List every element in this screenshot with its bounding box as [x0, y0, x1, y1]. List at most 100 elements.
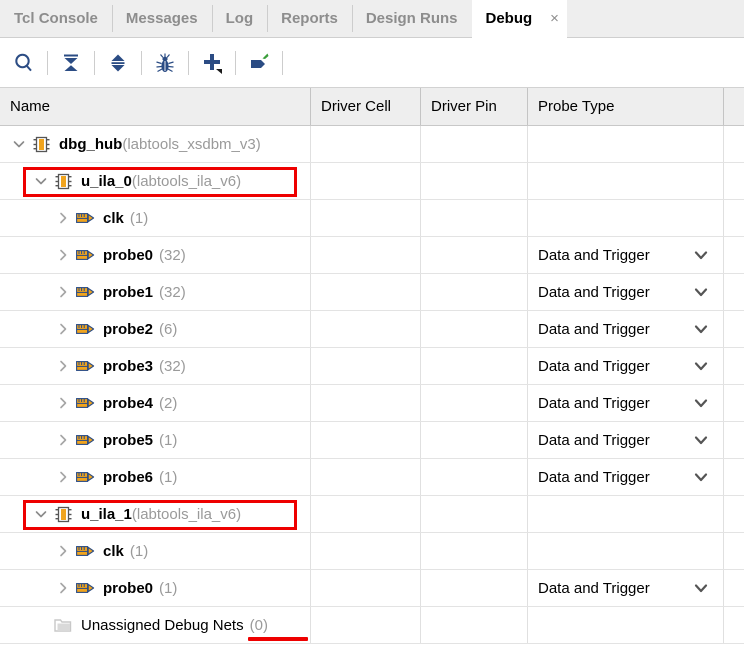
- tab-label: Messages: [125, 10, 198, 27]
- chip-icon: [30, 126, 52, 162]
- tree-node-name: u_ila_0: [81, 172, 132, 190]
- chevron-down-icon[interactable]: [688, 422, 714, 458]
- chevron-down-icon[interactable]: [688, 348, 714, 384]
- column-divider: [420, 311, 421, 347]
- close-icon[interactable]: ×: [550, 11, 559, 26]
- probe-type-value[interactable]: Data and Trigger: [528, 311, 693, 347]
- chevron-right-icon[interactable]: [52, 570, 74, 606]
- column-resize-handle[interactable]: [420, 88, 421, 125]
- tab-tcl-console[interactable]: Tcl Console: [0, 0, 112, 37]
- tree-node[interactable]: probe5 (1): [0, 422, 177, 458]
- tree-node[interactable]: u_ila_0 (labtools_ila_v6): [0, 163, 241, 199]
- table-row[interactable]: dbg_hub (labtools_xsdbm_v3): [0, 126, 744, 163]
- column-header-driver-pin[interactable]: Driver Pin: [421, 88, 527, 125]
- probe-type-value[interactable]: Data and Trigger: [528, 274, 693, 310]
- tree-node[interactable]: probe0 (1): [0, 570, 177, 606]
- table-row[interactable]: probe2 (6) Data and Trigger: [0, 311, 744, 348]
- tree-node[interactable]: probe1 (32): [0, 274, 186, 310]
- probe-type-value[interactable]: Data and Trigger: [528, 237, 693, 273]
- tree-node-suffix: (1): [159, 431, 178, 449]
- tree-node[interactable]: u_ila_1 (labtools_ila_v6): [0, 496, 241, 532]
- tab-messages[interactable]: Messages: [111, 0, 212, 37]
- tree-node-name: clk: [103, 542, 124, 560]
- toolbar-separator: [235, 50, 236, 75]
- chevron-right-icon[interactable]: [52, 533, 74, 569]
- implement-debug-cores-icon[interactable]: [241, 45, 277, 81]
- probe-type-value[interactable]: Data and Trigger: [528, 459, 693, 495]
- expand-all-icon[interactable]: [100, 45, 136, 81]
- table-row[interactable]: u_ila_0 (labtools_ila_v6): [0, 163, 744, 200]
- chevron-right-icon[interactable]: [52, 422, 74, 458]
- probe-type-value[interactable]: Data and Trigger: [528, 385, 693, 421]
- table-row[interactable]: clk (1): [0, 533, 744, 570]
- table-row[interactable]: probe0 (32) Data and Trigger: [0, 237, 744, 274]
- debug-bug-icon[interactable]: [147, 45, 183, 81]
- tree-node-suffix: (labtools_xsdbm_v3): [122, 135, 261, 153]
- chevron-right-icon[interactable]: [52, 237, 74, 273]
- tab-log[interactable]: Log: [211, 0, 268, 37]
- tree-node[interactable]: clk (1): [0, 533, 148, 569]
- column-header-driver-cell[interactable]: Driver Cell: [311, 88, 420, 125]
- column-resize-handle[interactable]: [310, 88, 311, 125]
- chevron-right-icon[interactable]: [52, 348, 74, 384]
- chevron-right-icon[interactable]: [52, 200, 74, 236]
- probe-type-value[interactable]: Data and Trigger: [528, 570, 693, 606]
- chevron-down-icon[interactable]: [8, 126, 30, 162]
- tree-node[interactable]: probe4 (2): [0, 385, 177, 421]
- chevron-down-icon[interactable]: [688, 385, 714, 421]
- column-divider: [723, 422, 724, 458]
- tree-node[interactable]: clk (1): [0, 200, 148, 236]
- table-row[interactable]: probe3 (32) Data and Trigger: [0, 348, 744, 385]
- column-divider: [420, 385, 421, 421]
- chevron-right-icon[interactable]: [52, 274, 74, 310]
- tree-node-name: u_ila_1: [81, 505, 132, 523]
- chevron-down-icon[interactable]: [688, 311, 714, 347]
- tree-node[interactable]: probe3 (32): [0, 348, 186, 384]
- column-divider: [723, 163, 724, 199]
- collapse-all-icon[interactable]: [53, 45, 89, 81]
- chevron-right-icon[interactable]: [52, 385, 74, 421]
- add-icon[interactable]: [194, 45, 230, 81]
- search-icon[interactable]: [6, 45, 42, 81]
- tab-reports[interactable]: Reports: [267, 0, 352, 37]
- table-row[interactable]: u_ila_1 (labtools_ila_v6): [0, 496, 744, 533]
- tree-node[interactable]: dbg_hub (labtools_xsdbm_v3): [0, 126, 261, 162]
- chevron-down-icon[interactable]: [688, 459, 714, 495]
- table-row[interactable]: probe1 (32) Data and Trigger: [0, 274, 744, 311]
- table-row[interactable]: Unassigned Debug Nets (0): [0, 607, 744, 644]
- chevron-down-icon[interactable]: [688, 237, 714, 273]
- column-header-probe-type[interactable]: Probe Type: [528, 88, 723, 125]
- column-resize-handle[interactable]: [723, 88, 724, 125]
- table-row[interactable]: probe0 (1) Data and Trigger: [0, 570, 744, 607]
- table-row[interactable]: probe4 (2) Data and Trigger: [0, 385, 744, 422]
- column-divider: [723, 570, 724, 606]
- tree-node[interactable]: probe0 (32): [0, 237, 186, 273]
- column-divider: [723, 237, 724, 273]
- probe-type-value[interactable]: Data and Trigger: [528, 422, 693, 458]
- tab-design-runs[interactable]: Design Runs: [351, 0, 472, 37]
- debug-toolbar: [0, 38, 744, 88]
- table-row[interactable]: clk (1): [0, 200, 744, 237]
- probe-type-value[interactable]: Data and Trigger: [528, 348, 693, 384]
- column-divider: [420, 126, 421, 162]
- chevron-right-icon[interactable]: [52, 311, 74, 347]
- column-divider: [723, 607, 724, 643]
- table-row[interactable]: probe6 (1) Data and Trigger: [0, 459, 744, 496]
- chevron-down-icon[interactable]: [30, 163, 52, 199]
- chevron-down-icon[interactable]: [30, 496, 52, 532]
- tree-node[interactable]: probe2 (6): [0, 311, 177, 347]
- tree-node-suffix: (1): [159, 468, 178, 486]
- chevron-right-icon[interactable]: [52, 459, 74, 495]
- chip-icon: [52, 496, 74, 532]
- column-header-name[interactable]: Name: [0, 88, 310, 125]
- chevron-down-icon[interactable]: [688, 274, 714, 310]
- tree-node-name: probe0: [103, 246, 154, 264]
- probe-bus-icon: [74, 311, 96, 347]
- chevron-down-icon[interactable]: [688, 570, 714, 606]
- table-row[interactable]: probe5 (1) Data and Trigger: [0, 422, 744, 459]
- tab-debug[interactable]: Debug ×: [471, 0, 567, 38]
- column-resize-handle[interactable]: [527, 88, 528, 125]
- tree-node[interactable]: Unassigned Debug Nets (0): [0, 607, 268, 643]
- tree-node[interactable]: probe6 (1): [0, 459, 177, 495]
- column-divider: [310, 496, 311, 532]
